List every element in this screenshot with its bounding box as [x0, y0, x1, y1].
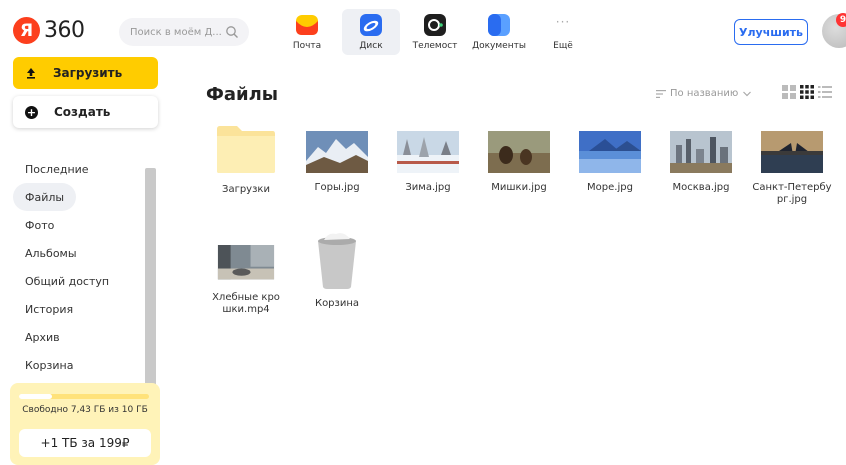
file-name: Санкт-Петербург.jpg [752, 182, 832, 205]
documents-icon [488, 14, 510, 36]
image-thumbnail [761, 131, 823, 173]
sort-icon [656, 89, 666, 98]
plus-circle-icon: + [25, 105, 38, 119]
buy-storage-button[interactable]: +1 ТБ за 199₽ [19, 429, 151, 457]
sidebar-item-recent[interactable]: Последние [13, 155, 101, 183]
image-thumbnail [306, 131, 368, 173]
storage-text: Свободно 7,43 ГБ из 10 ГБ [22, 405, 148, 415]
service-more[interactable]: ··· Ещё [534, 9, 592, 55]
file-item-folder-downloads[interactable]: Загрузки [206, 126, 286, 196]
video-thumbnail [217, 245, 275, 280]
file-name: Море.jpg [587, 182, 633, 193]
service-disk[interactable]: Диск [342, 9, 400, 55]
more-icon: ··· [555, 15, 571, 29]
main-content: Файлы По названию Загрузки Горы.jpg Зима… [168, 56, 846, 463]
search-input[interactable]: Поиск в моём Д... [119, 18, 249, 46]
file-name: Загрузки [222, 184, 270, 195]
top-header: Я 360 Поиск в моём Д... Почта Диск Телем… [0, 0, 846, 56]
yandex-360-logo[interactable]: Я 360 [13, 17, 85, 44]
sidebar-item-shared[interactable]: Общий доступ [13, 267, 121, 295]
storage-panel: Свободно 7,43 ГБ из 10 ГБ +1 ТБ за 199₽ [10, 383, 160, 465]
image-thumbnail [488, 131, 550, 173]
sidebar: Загрузить + Создать Последние Файлы Фото… [0, 56, 168, 465]
file-name: Горы.jpg [314, 182, 360, 193]
scroll-thumb[interactable] [145, 168, 156, 413]
search-placeholder: Поиск в моём Д... [130, 26, 222, 38]
service-documents[interactable]: Документы [470, 9, 528, 55]
file-name: Мишки.jpg [491, 182, 547, 193]
storage-progress-fill [19, 394, 53, 399]
service-label: Почта [292, 41, 322, 51]
upgrade-button[interactable]: Улучшить [734, 19, 808, 45]
telemost-icon [424, 14, 446, 36]
chevron-down-icon [743, 91, 752, 96]
trash-icon [318, 233, 356, 289]
storage-progress-bar [19, 394, 149, 399]
sidebar-item-history[interactable]: История [13, 295, 85, 323]
services-bar: Почта Диск Телемост Документы ··· Ещё [278, 9, 598, 55]
file-name: Корзина [314, 298, 360, 309]
file-name: Хлебные крошки.mp4 [212, 292, 280, 315]
file-item-image[interactable]: Море.jpg [570, 129, 650, 194]
upload-label: Загрузить [53, 66, 123, 80]
sort-dropdown[interactable]: По названию [656, 88, 752, 99]
mail-icon [296, 15, 318, 35]
file-name: Москва.jpg [672, 182, 730, 193]
sidebar-item-trash[interactable]: Корзина [13, 351, 85, 379]
small-tiles-icon[interactable] [800, 85, 814, 99]
sort-label: По названию [670, 88, 739, 99]
service-label: Ещё [553, 41, 573, 51]
folder-icon [217, 126, 275, 173]
image-thumbnail [579, 131, 641, 173]
file-item-image[interactable]: Москва.jpg [661, 129, 741, 194]
file-item-image[interactable]: Горы.jpg [297, 129, 377, 194]
sidebar-item-archive[interactable]: Архив [13, 323, 72, 351]
image-thumbnail [397, 131, 459, 173]
image-thumbnail [670, 131, 732, 173]
service-label: Диск [359, 41, 383, 51]
sidebar-item-photo[interactable]: Фото [13, 211, 66, 239]
service-label: Документы [472, 41, 526, 51]
service-telemost[interactable]: Телемост [406, 9, 464, 55]
sidebar-nav: Последние Файлы Фото Альбомы Общий досту… [13, 155, 143, 379]
sidebar-item-files[interactable]: Файлы [13, 183, 77, 211]
list-view-icon[interactable] [818, 85, 832, 99]
file-item-image[interactable]: Санкт-Петербург.jpg [752, 129, 832, 206]
upload-icon [27, 68, 35, 79]
large-tiles-icon[interactable] [782, 85, 796, 99]
file-item-trash[interactable]: Корзина [297, 233, 377, 310]
file-item-video[interactable]: Хлебные крошки.mp4 [206, 243, 286, 316]
create-label: Создать [54, 105, 111, 119]
search-icon[interactable] [225, 25, 239, 39]
notification-badge: 9 [836, 13, 846, 27]
service-label: Телемост [412, 41, 458, 51]
yandex-logo-icon: Я [13, 17, 40, 44]
file-name: Зима.jpg [405, 182, 451, 193]
disk-icon [360, 14, 382, 36]
sidebar-item-albums[interactable]: Альбомы [13, 239, 89, 267]
file-item-image[interactable]: Зима.jpg [388, 129, 468, 194]
service-mail[interactable]: Почта [278, 9, 336, 55]
view-switcher [782, 85, 836, 99]
create-button[interactable]: + Создать [13, 96, 158, 128]
upload-button[interactable]: Загрузить [13, 57, 158, 89]
page-title: Файлы [206, 84, 279, 105]
logo-text: 360 [44, 18, 85, 43]
file-item-image[interactable]: Мишки.jpg [479, 129, 559, 194]
